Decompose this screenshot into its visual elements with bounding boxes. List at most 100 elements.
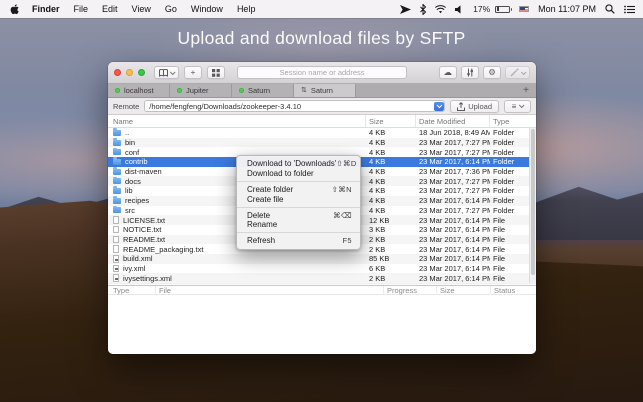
menu-item-download-to-downloads-[interactable]: Download to 'Downloads'⇧⌘D <box>237 159 360 169</box>
file-date-modified: 23 Mar 2017, 7:27 PM <box>416 176 490 186</box>
file-name: lib <box>125 186 133 195</box>
chevron-down-icon <box>170 69 176 75</box>
file-name: .. <box>125 128 129 137</box>
list-options-button[interactable]: ≡ <box>504 100 531 113</box>
grid-view-button[interactable] <box>207 66 225 79</box>
sliders-icon <box>466 68 474 77</box>
new-session-button[interactable]: + <box>184 66 202 79</box>
upload-icon <box>457 102 465 111</box>
file-row-ivy-xml[interactable]: ivy.xml6 KB23 Mar 2017, 6:14 PMFile <box>108 264 536 274</box>
menu-item-download-to-folder[interactable]: Download to folder <box>237 169 360 179</box>
path-dropdown-button[interactable] <box>434 102 444 111</box>
menu-item-create-folder[interactable]: Create folder⇧⌘N <box>237 185 360 195</box>
file-date-modified: 23 Mar 2017, 6:14 PM <box>416 244 490 254</box>
notification-center-icon[interactable] <box>624 5 635 14</box>
address-book-button[interactable] <box>154 66 179 79</box>
menubar-item-finder[interactable]: Finder <box>25 4 67 14</box>
menu-item-label: Download to 'Downloads' <box>247 159 336 168</box>
file-size: 4 KB <box>366 138 416 148</box>
scrollbar-thumb[interactable] <box>531 129 536 275</box>
tab-label: Saturn <box>311 86 333 95</box>
file-row-ivysettings-xml[interactable]: ivysettings.xml2 KB23 Mar 2017, 6:14 PMF… <box>108 273 536 283</box>
plus-icon: + <box>191 68 196 77</box>
connected-status-dot <box>177 88 182 93</box>
menubar-item-help[interactable]: Help <box>230 4 263 14</box>
file-size: 6 KB <box>366 264 416 274</box>
file-size: 2 KB <box>366 273 416 283</box>
spotlight-search-icon[interactable] <box>605 4 615 14</box>
file-row-build-xml[interactable]: build.xml85 KB23 Mar 2017, 6:14 PMFile <box>108 254 536 264</box>
file-date-modified: 23 Mar 2017, 7:27 PM <box>416 147 490 157</box>
column-header-name[interactable]: Name <box>108 115 366 127</box>
menu-item-refresh[interactable]: RefreshF5 <box>237 236 360 246</box>
file-row--[interactable]: ..4 KB18 Jun 2018, 8:49 AMFolder <box>108 128 536 138</box>
minimize-button[interactable] <box>126 69 133 76</box>
chevron-down-icon <box>519 102 525 108</box>
tools-button[interactable] <box>505 66 530 79</box>
tab-label: localhost <box>124 86 154 95</box>
tab-label: Saturn <box>248 86 270 95</box>
file-icon <box>113 274 119 282</box>
session-tab-localhost[interactable]: localhost <box>108 84 170 97</box>
bluetooth-icon[interactable] <box>420 4 426 15</box>
new-tab-button[interactable]: + <box>516 84 536 97</box>
column-header-date-modified[interactable]: Date Modified <box>416 115 490 127</box>
wifi-icon[interactable] <box>435 5 446 14</box>
plus-icon: + <box>523 85 529 96</box>
remote-path-value: /home/fengfeng/Downloads/zookeeper-3.4.1… <box>149 102 301 111</box>
volume-icon[interactable] <box>455 5 464 14</box>
file-date-modified: 18 Jun 2018, 8:49 AM <box>416 128 490 138</box>
settings-button[interactable]: ⚙ <box>483 66 501 79</box>
apple-menu[interactable] <box>10 4 19 15</box>
zoom-button[interactable] <box>138 69 145 76</box>
context-menu: Download to 'Downloads'⇧⌘DDownload to fo… <box>236 155 361 250</box>
file-date-modified: 23 Mar 2017, 7:27 PM <box>416 138 490 148</box>
file-size: 85 KB <box>366 254 416 264</box>
scrollbar-track[interactable] <box>529 128 536 283</box>
cloud-sync-button[interactable]: ☁ <box>439 66 458 79</box>
upload-button[interactable]: Upload <box>450 100 499 113</box>
folder-icon <box>113 149 121 155</box>
search-input[interactable] <box>237 66 407 79</box>
transfers-column-file: File <box>156 286 384 295</box>
file-size: 4 KB <box>366 147 416 157</box>
file-name: README_packaging.txt <box>123 245 203 254</box>
menubar-item-go[interactable]: Go <box>158 4 184 14</box>
transfer-arrows-icon: ⇅ <box>301 87 307 94</box>
column-header-size[interactable]: Size <box>366 115 416 127</box>
transfers-button[interactable] <box>461 66 479 79</box>
menubar-clock[interactable]: Mon 11:07 PM <box>538 4 596 14</box>
remote-path-combo[interactable]: /home/fengfeng/Downloads/zookeeper-3.4.1… <box>144 100 445 112</box>
session-tab-saturn[interactable]: ⇅ Saturn <box>294 84 356 97</box>
menubar-item-view[interactable]: View <box>125 4 158 14</box>
send-arrow-icon[interactable] <box>400 5 411 14</box>
folder-icon <box>113 130 121 136</box>
file-name: contrib <box>125 157 148 166</box>
menu-item-delete[interactable]: Delete⌘⌫ <box>237 210 360 220</box>
column-header-type[interactable]: Type <box>490 115 536 127</box>
menubar-item-file[interactable]: File <box>67 4 96 14</box>
menu-item-create-file[interactable]: Create file <box>237 194 360 204</box>
file-date-modified: 23 Mar 2017, 7:36 PM <box>416 167 490 177</box>
menu-item-rename[interactable]: Rename <box>237 220 360 230</box>
file-name: bin <box>125 138 135 147</box>
desktop: FinderFileEditViewGoWindowHelp 17% Mon 1… <box>0 0 643 402</box>
file-date-modified: 23 Mar 2017, 6:14 PM <box>416 264 490 274</box>
menubar-item-edit[interactable]: Edit <box>95 4 125 14</box>
window-titlebar[interactable]: + ☁ ⚙ <box>108 62 536 84</box>
menu-item-label: Refresh <box>247 236 275 245</box>
session-tab-saturn[interactable]: Saturn <box>232 84 294 97</box>
file-date-modified: 23 Mar 2017, 6:14 PM <box>416 273 490 283</box>
session-tab-jupiter[interactable]: Jupiter <box>170 84 232 97</box>
toolbar-right-buttons: ☁ ⚙ <box>439 66 531 79</box>
input-source-flag-icon[interactable] <box>519 6 529 13</box>
close-button[interactable] <box>114 69 121 76</box>
transfers-empty-area <box>108 295 536 354</box>
book-icon <box>159 69 168 77</box>
file-name: ivy.xml <box>123 264 145 273</box>
file-row-bin[interactable]: bin4 KB23 Mar 2017, 7:27 PMFolder <box>108 138 536 148</box>
file-name: recipes <box>125 196 149 205</box>
menubar-item-window[interactable]: Window <box>184 4 230 14</box>
file-size: 2 KB <box>366 244 416 254</box>
battery-icon[interactable] <box>495 6 510 13</box>
